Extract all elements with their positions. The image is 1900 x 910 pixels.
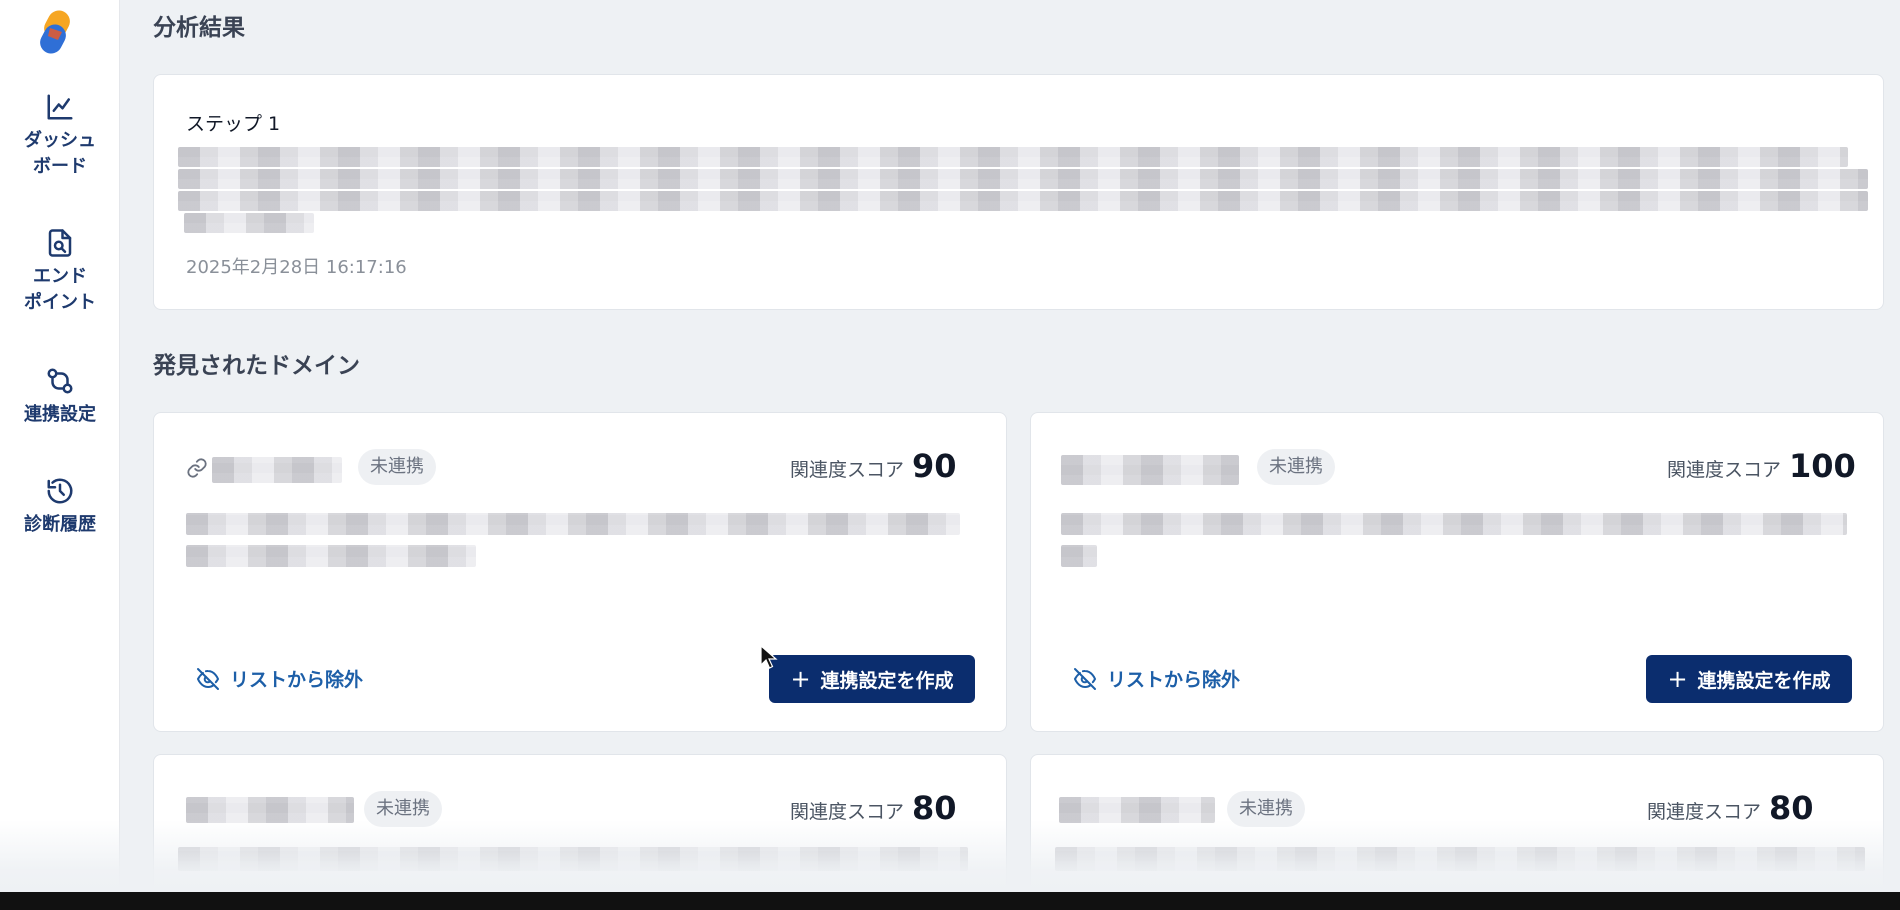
redacted-domain (212, 457, 342, 483)
sidebar-item-label: ダッシュ ボード (24, 130, 96, 177)
history-icon (47, 478, 73, 504)
redacted-text (186, 545, 476, 567)
redacted-domain (186, 797, 354, 823)
sidebar-item-label: 診断履歴 (24, 514, 96, 535)
domain-card: 未連携 関連度スコア 100 リストから除外 + 連携設定を作成 (1030, 412, 1884, 732)
sidebar-item-integration[interactable]: 連携設定 (0, 366, 120, 428)
redacted-text (184, 213, 314, 233)
main-content: 分析結果 ステップ 1 2025年2月28日 16:17:16 発見されたドメイ… (120, 0, 1900, 910)
eye-off-icon (1073, 667, 1097, 690)
domain-card: 未連携 関連度スコア 80 (153, 754, 1007, 910)
plus-icon: + (1667, 665, 1688, 693)
step-label: ステップ 1 (186, 113, 281, 135)
redacted-text (1061, 545, 1097, 567)
sidebar-item-dashboard[interactable]: ダッシュ ボード (0, 92, 120, 180)
exclude-label: リストから除外 (1107, 669, 1241, 691)
status-badge: 未連携 (1227, 791, 1305, 827)
mouse-cursor-icon (760, 645, 778, 669)
file-search-icon (48, 229, 72, 257)
plus-icon: + (790, 665, 811, 693)
score-label: 関連度スコア (790, 459, 905, 481)
score-label: 関連度スコア (790, 801, 905, 823)
sidebar-item-label: エンド ポイント (24, 266, 96, 313)
sidebar-item-history[interactable]: 診断履歴 (0, 476, 120, 538)
redacted-text (178, 847, 968, 871)
create-label: 連携設定を作成 (820, 669, 954, 692)
sidebar-item-endpoint[interactable]: エンド ポイント (0, 228, 120, 316)
status-badge: 未連携 (358, 449, 436, 485)
sidebar-item-label: 連携設定 (24, 404, 96, 425)
redacted-domain (1061, 455, 1239, 485)
redacted-text (1061, 513, 1847, 535)
redacted-text (1055, 847, 1865, 871)
link-icon (187, 458, 207, 478)
domains-section-title: 発見されたドメイン (153, 353, 360, 379)
sidebar: ダッシュ ボード エンド ポイント 連携設定 診断履歴 (0, 0, 120, 910)
eye-off-icon (196, 667, 220, 690)
score-value: 80 (1769, 789, 1814, 827)
score-label: 関連度スコア (1667, 459, 1782, 481)
score-value: 100 (1789, 447, 1856, 485)
status-badge: 未連携 (364, 791, 442, 827)
redacted-text (178, 169, 1868, 189)
chart-line-icon (47, 94, 73, 120)
redacted-text (186, 513, 960, 535)
redacted-text (178, 191, 1868, 211)
analysis-step-card: ステップ 1 2025年2月28日 16:17:16 (153, 74, 1884, 310)
exclude-label: リストから除外 (230, 669, 364, 691)
domain-card: 未連携 関連度スコア 90 リストから除外 + 連携設定を作成 (153, 412, 1007, 732)
step-timestamp: 2025年2月28日 16:17:16 (186, 257, 407, 278)
git-compare-icon (47, 368, 73, 394)
redacted-text (178, 147, 1848, 167)
create-label: 連携設定を作成 (1697, 669, 1831, 692)
create-integration-button[interactable]: + 連携設定を作成 (1646, 655, 1852, 703)
bottom-bar (0, 892, 1900, 910)
analysis-section-title: 分析結果 (153, 15, 245, 41)
score-label: 関連度スコア (1647, 801, 1762, 823)
create-integration-button[interactable]: + 連携設定を作成 (769, 655, 975, 703)
score-value: 80 (912, 789, 957, 827)
redacted-domain (1059, 797, 1215, 823)
exclude-from-list-button[interactable]: リストから除外 (196, 665, 363, 692)
status-badge: 未連携 (1257, 449, 1335, 485)
domain-card: 未連携 関連度スコア 80 (1030, 754, 1884, 910)
exclude-from-list-button[interactable]: リストから除外 (1073, 665, 1240, 692)
app-logo[interactable] (36, 10, 76, 56)
score-value: 90 (912, 447, 957, 485)
